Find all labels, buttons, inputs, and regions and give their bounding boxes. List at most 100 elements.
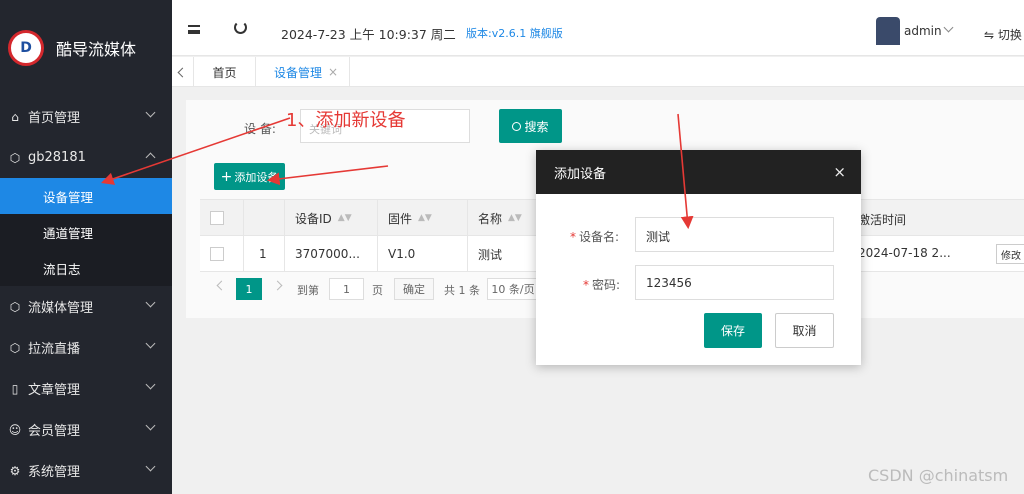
sidebar-item-label: 文章管理	[28, 383, 81, 398]
search-button[interactable]: 搜索	[499, 109, 562, 143]
prev-page-icon[interactable]	[216, 280, 227, 291]
switch-icon: ⇋	[984, 28, 995, 42]
select-all-checkbox[interactable]	[210, 211, 224, 225]
header-activated[interactable]: 激活时间	[858, 211, 906, 228]
annotation-text: 1、添加新设备	[286, 110, 406, 131]
next-page-icon[interactable]	[272, 280, 283, 291]
row-index: 1	[244, 236, 285, 272]
dialog-title: 添加设备	[554, 166, 607, 182]
device-name-input[interactable]: 测试	[635, 217, 834, 252]
avatar[interactable]	[876, 17, 900, 45]
header-label: 名称	[478, 211, 503, 226]
edit-button[interactable]: 修改	[996, 244, 1024, 264]
search-button-label: 搜索	[524, 119, 549, 134]
user-icon: ☺	[8, 422, 22, 437]
field-label: 设备名:	[579, 230, 620, 244]
logo: D 酷导流媒体	[0, 0, 172, 96]
cube-icon: ⬡	[9, 299, 21, 314]
sidebar-item-article[interactable]: ▯ 文章管理	[0, 368, 172, 409]
refresh-icon[interactable]	[234, 21, 247, 34]
sidebar-item-media[interactable]: ⬡ 流媒体管理	[0, 286, 172, 327]
top-header: 2024-7-23 上午 10:9:37 周二 版本:v2.6.1 旗舰版 ad…	[172, 0, 1024, 56]
sidebar-subitem-device[interactable]: 设备管理	[0, 178, 172, 214]
sidebar-item-label: gb28181	[28, 150, 86, 165]
header-label: 固件	[388, 211, 413, 226]
sidebar-subitem-streamlog[interactable]: 流日志	[0, 250, 172, 286]
search-icon	[512, 121, 522, 131]
header-index-cell	[244, 200, 285, 236]
username[interactable]: admin	[904, 24, 942, 38]
search-label: 设 备:	[244, 122, 276, 136]
logo-icon: D	[8, 30, 44, 66]
password-label: * 密码:	[583, 276, 620, 293]
sort-icon[interactable]: ▲▼	[418, 213, 432, 223]
goto-page-input[interactable]: 1	[329, 278, 364, 300]
header-label: 设备ID	[295, 211, 332, 226]
app-name: 酷导流媒体	[56, 40, 137, 59]
sidebar-subitem-channel[interactable]: 通道管理	[0, 214, 172, 250]
home-icon: ⌂	[11, 109, 19, 124]
plus-icon: +	[220, 168, 233, 185]
dialog-header: 添加设备 ×	[536, 150, 861, 194]
header-checkbox-cell	[200, 200, 244, 236]
chevron-down-icon	[145, 461, 156, 472]
chevron-down-icon[interactable]	[943, 22, 954, 33]
logo-letter: D	[20, 40, 32, 56]
sidebar-item-member[interactable]: ☺ 会员管理	[0, 409, 172, 450]
header-device-id[interactable]: 设备ID ▲▼	[285, 200, 378, 236]
tab-device-management[interactable]: 设备管理 ×	[256, 57, 350, 87]
row-firmware: V1.0	[378, 236, 468, 272]
row-device-id: 3707000...	[285, 236, 378, 272]
close-icon[interactable]: ×	[328, 65, 338, 79]
page-unit-label: 页	[372, 284, 383, 297]
sort-icon[interactable]: ▲▼	[508, 213, 522, 223]
sort-icon[interactable]: ▲▼	[338, 213, 352, 223]
add-device-button[interactable]: + 添加设备	[214, 163, 285, 190]
cube-icon: ⬡	[9, 150, 21, 165]
chevron-left-icon	[177, 67, 188, 77]
version-link[interactable]: 版本:v2.6.1 旗舰版	[466, 25, 563, 41]
cancel-button[interactable]: 取消	[775, 313, 834, 348]
sidebar-item-pull[interactable]: ⬡ 拉流直播	[0, 327, 172, 368]
sidebar-item-label: 拉流直播	[28, 342, 81, 357]
row-activated: 2024-07-18 2...	[858, 246, 951, 260]
sidebar-item-gb28181[interactable]: ⬡ gb28181	[0, 137, 172, 178]
tab-scroll-left-button[interactable]	[172, 57, 194, 87]
device-name-label: * 设备名:	[570, 228, 619, 245]
password-input[interactable]: 123456	[635, 265, 834, 300]
sidebar-item-label: 首页管理	[28, 111, 81, 126]
field-label: 密码:	[592, 278, 621, 292]
tab-label: 设备管理	[274, 65, 323, 80]
gear-icon: ⚙	[9, 463, 21, 478]
switch-button[interactable]: ⇋ 切换	[984, 26, 1022, 43]
chevron-down-icon	[145, 297, 156, 308]
header-datetime: 2024-7-23 上午 10:9:37 周二	[281, 27, 456, 42]
page-size-select[interactable]: 10 条/页	[487, 278, 539, 300]
page-number-current[interactable]: 1	[236, 278, 262, 300]
chevron-down-icon	[145, 107, 156, 118]
required-mark: *	[570, 230, 576, 244]
tab-bar: 首页 设备管理 ×	[172, 57, 1024, 87]
add-device-dialog: 添加设备 × * 设备名: 测试 * 密码: 123456 保存 取消	[536, 150, 861, 365]
switch-label: 切换	[997, 28, 1022, 42]
cube-icon: ⬡	[9, 340, 21, 355]
goto-label: 到第	[297, 284, 319, 297]
header-firmware[interactable]: 固件 ▲▼	[378, 200, 468, 236]
sidebar-item-label: 系统管理	[28, 465, 81, 480]
chevron-up-icon	[145, 152, 156, 163]
tab-home[interactable]: 首页	[194, 57, 256, 87]
close-icon[interactable]: ×	[833, 163, 846, 181]
row-checkbox-cell	[200, 236, 244, 272]
required-mark: *	[583, 278, 589, 292]
document-icon: ▯	[11, 381, 19, 396]
save-button[interactable]: 保存	[704, 313, 762, 348]
goto-confirm-button[interactable]: 确定	[394, 278, 434, 300]
total-count: 共 1 条	[444, 284, 480, 297]
sidebar-item-label: 会员管理	[28, 424, 81, 439]
sidebar-item-home[interactable]: ⌂ 首页管理	[0, 96, 172, 137]
chevron-down-icon	[145, 379, 156, 390]
row-checkbox[interactable]	[210, 247, 224, 261]
sidebar-item-system[interactable]: ⚙ 系统管理	[0, 450, 172, 491]
sidebar-item-label: 流媒体管理	[28, 301, 94, 316]
menu-toggle-icon[interactable]	[188, 25, 200, 34]
